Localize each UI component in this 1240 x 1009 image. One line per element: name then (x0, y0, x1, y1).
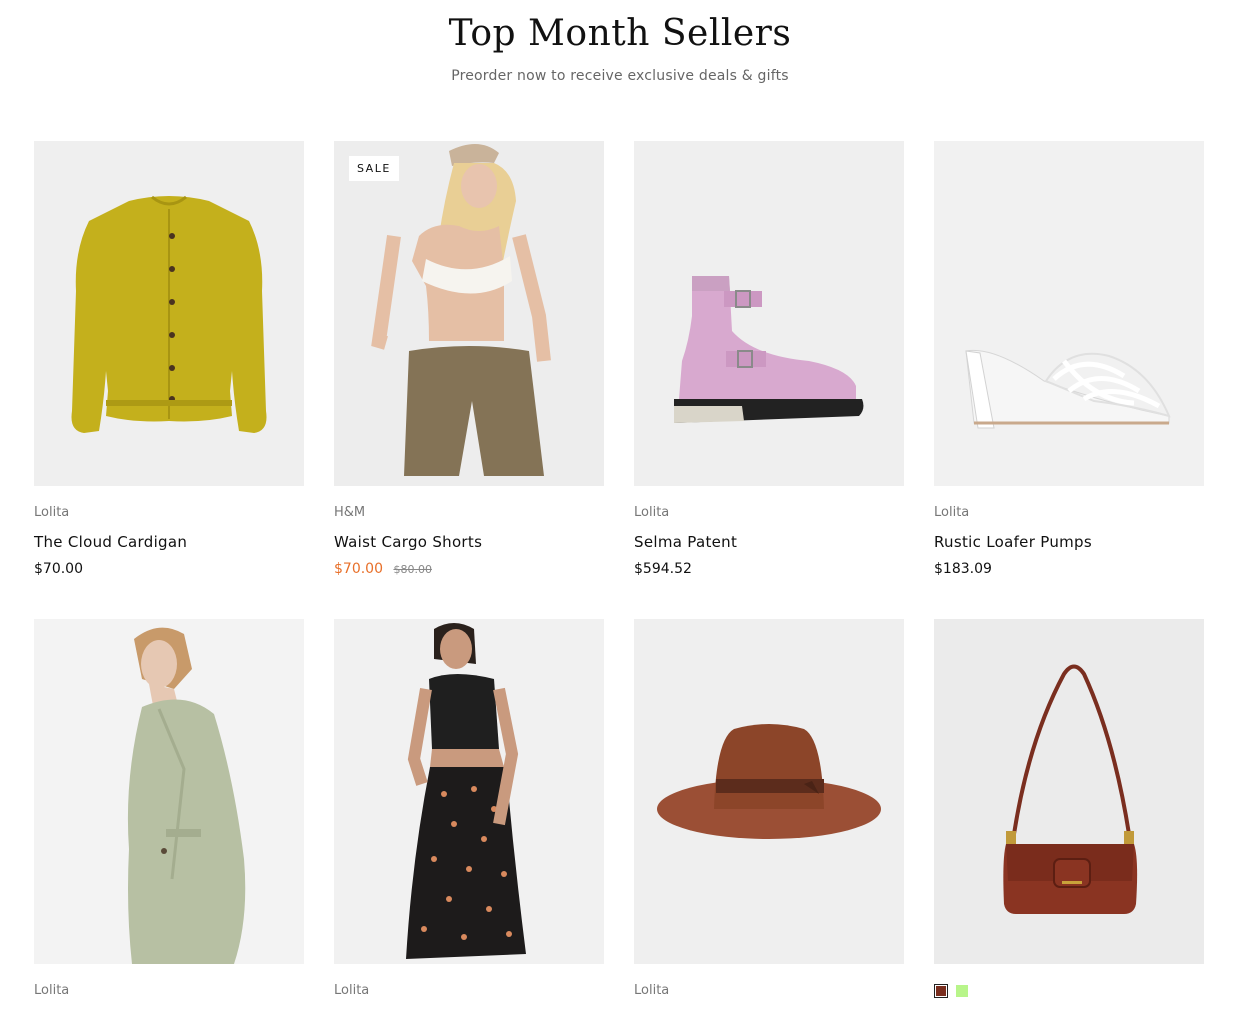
product-image-cardigan[interactable] (34, 141, 304, 486)
product-brand[interactable]: Lolita (34, 505, 304, 521)
color-swatch-green[interactable] (956, 985, 968, 997)
color-swatch-brown[interactable] (934, 984, 948, 998)
product-image-patent-boot[interactable] (634, 141, 904, 486)
product-image-fedora-hat[interactable] (634, 619, 904, 964)
product-brand[interactable]: Lolita (334, 983, 604, 999)
product-card[interactable]: Lolita (634, 619, 904, 999)
product-brand[interactable]: Lolita (634, 983, 904, 999)
product-row: Lolita The Cloud Cardigan $70.00 SALE H&… (34, 141, 1206, 619)
product-image-shoulder-bag[interactable] (934, 619, 1204, 964)
product-price-row: $594.52 (634, 561, 904, 577)
product-name[interactable]: Selma Patent (634, 533, 904, 551)
product-sale-price: $70.00 (334, 561, 383, 577)
product-brand[interactable]: Lolita (934, 505, 1204, 521)
product-compare-price: $80.00 (393, 563, 432, 576)
product-name[interactable]: The Cloud Cardigan (34, 533, 304, 551)
product-price: $183.09 (934, 561, 992, 577)
product-image-cargo-shorts[interactable]: SALE (334, 141, 604, 486)
product-image-floral-skirt[interactable] (334, 619, 604, 964)
product-name[interactable]: Waist Cargo Shorts (334, 533, 604, 551)
product-price-row: $70.00 (34, 561, 304, 577)
product-row: Lolita Lolita Lolita (34, 619, 1206, 999)
sale-badge: SALE (349, 156, 399, 181)
product-image-heeled-sandal[interactable] (934, 141, 1204, 486)
product-image-sage-blazer[interactable] (34, 619, 304, 964)
product-card[interactable]: SALE H&M Waist Cargo Shorts $70.00 $80.0… (334, 141, 604, 619)
product-brand[interactable]: H&M (334, 505, 604, 521)
product-grid: Lolita The Cloud Cardigan $70.00 SALE H&… (34, 141, 1206, 999)
product-brand[interactable]: Lolita (634, 505, 904, 521)
color-swatches (934, 984, 1204, 998)
product-card[interactable]: Lolita Selma Patent $594.52 (634, 141, 904, 619)
section-header: Top Month Sellers Preorder now to receiv… (0, 10, 1240, 84)
product-name[interactable]: Rustic Loafer Pumps (934, 533, 1204, 551)
product-card[interactable]: Lolita The Cloud Cardigan $70.00 (34, 141, 304, 619)
section-subtitle: Preorder now to receive exclusive deals … (451, 68, 789, 84)
product-price: $594.52 (634, 561, 692, 577)
product-card[interactable]: Lolita (334, 619, 604, 999)
section-title: Top Month Sellers (448, 13, 792, 54)
product-card[interactable]: Lolita Rustic Loafer Pumps $183.09 (934, 141, 1204, 619)
product-card[interactable]: Lolita (34, 619, 304, 999)
product-brand[interactable]: Lolita (34, 983, 304, 999)
product-price-row: $183.09 (934, 561, 1204, 577)
product-card[interactable] (934, 619, 1204, 999)
product-price-row: $70.00 $80.00 (334, 561, 604, 577)
product-price: $70.00 (34, 561, 83, 577)
